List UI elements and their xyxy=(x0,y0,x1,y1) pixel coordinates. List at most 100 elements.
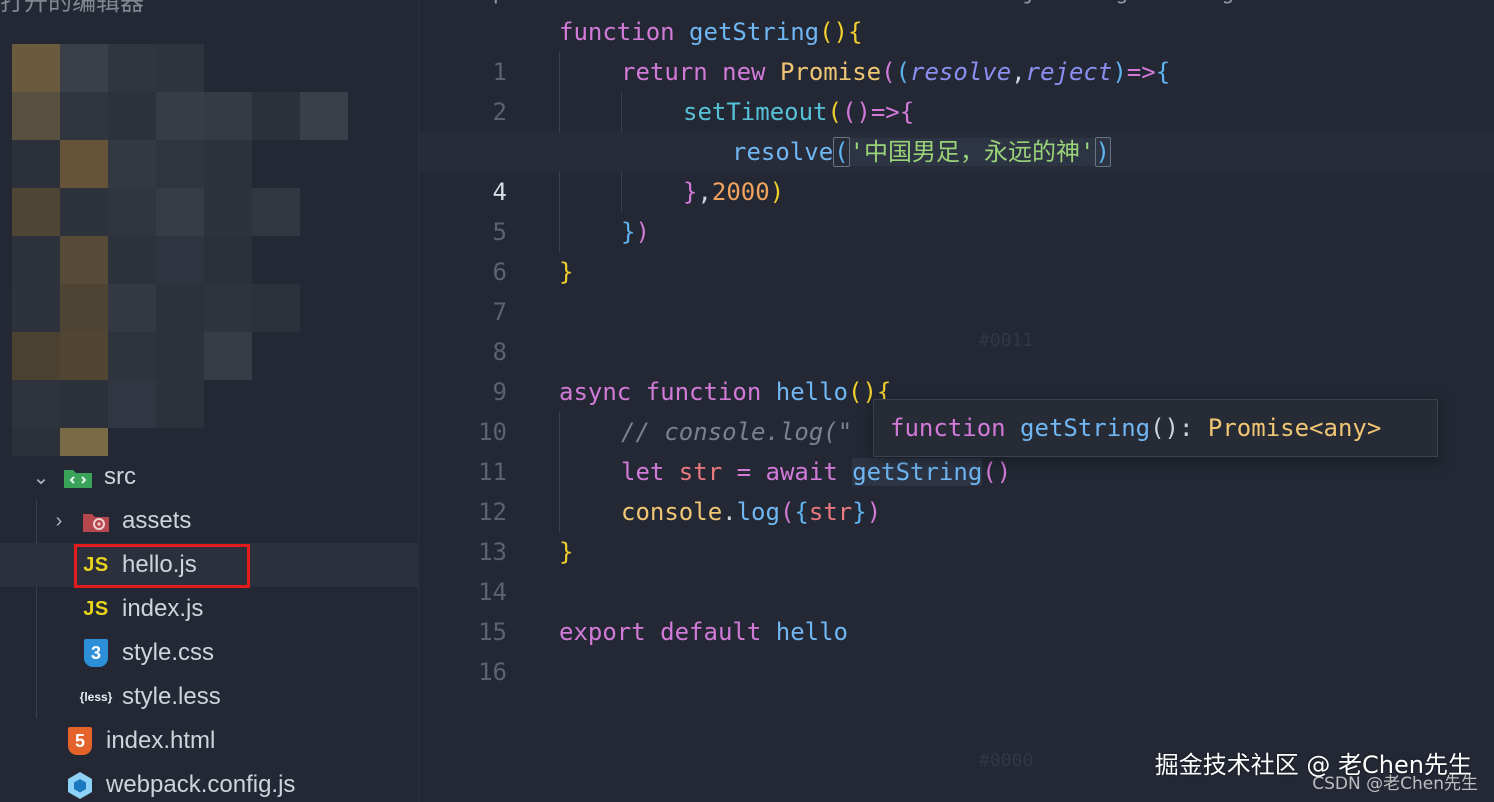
code-comment: // console.log(" xyxy=(621,418,853,446)
tree-folder-assets[interactable]: › assets xyxy=(0,499,418,543)
chevron-right-icon: › xyxy=(55,509,63,532)
code-token: { xyxy=(848,18,863,46)
code-token: () xyxy=(982,458,1012,486)
code-token: => xyxy=(1126,58,1156,86)
code-token: () xyxy=(841,98,871,126)
code-token: { xyxy=(794,498,809,526)
code-token: ) xyxy=(1112,58,1127,86)
tree-file-style-less[interactable]: {less} style.less xyxy=(0,675,418,719)
code-token: console xyxy=(621,498,723,526)
chevron-down-icon: ⌄ xyxy=(32,466,50,489)
code-token: ) xyxy=(635,218,650,246)
tree-item-label: style.less xyxy=(122,683,221,710)
code-token: resolve xyxy=(732,138,834,166)
webpack-file-icon xyxy=(64,769,96,801)
tooltip-signature: (): xyxy=(1150,414,1208,442)
code-line[interactable]: 3 setTimeout(()=>{ xyxy=(419,92,1494,166)
code-line[interactable]: 6 }) xyxy=(419,212,1494,286)
code-line[interactable]: 1 function getString(){ xyxy=(419,12,1494,86)
code-line[interactable]: 2 return new Promise((resolve,reject)=>{ xyxy=(419,52,1494,126)
code-token: str xyxy=(808,498,853,526)
css-file-icon: 3 xyxy=(84,639,108,667)
code-line[interactable]: 8 xyxy=(419,292,1494,366)
tree-item-label: assets xyxy=(122,507,192,534)
code-token: ) xyxy=(1094,137,1111,167)
code-token: new xyxy=(722,58,780,86)
code-token: { xyxy=(899,98,915,126)
code-token: ( xyxy=(895,58,911,86)
code-line[interactable]: 9 xyxy=(419,332,1494,406)
code-token: '中国男足，永远的神' xyxy=(849,138,1095,166)
code-token: , xyxy=(1011,58,1026,86)
code-token: , xyxy=(697,178,712,206)
code-line[interactable]: 15 xyxy=(419,572,1494,646)
code-line[interactable]: 16 export default hello xyxy=(419,612,1494,686)
code-token: await xyxy=(765,458,853,486)
code-line[interactable]: 7 } xyxy=(419,252,1494,326)
watermark-csdn: CSDN @老Chen先生 xyxy=(1312,774,1478,794)
tree-item-label: src xyxy=(104,463,136,490)
code-token: ( xyxy=(881,58,896,86)
tree-file-style-css[interactable]: 3 style.css xyxy=(0,631,418,675)
code-token: { xyxy=(1155,58,1171,86)
code-token: } xyxy=(852,498,867,526)
assets-folder-icon xyxy=(80,505,112,537)
html-file-icon: 5 xyxy=(68,727,92,755)
tooltip-generic: <any> xyxy=(1309,414,1382,442)
code-token: . xyxy=(722,498,737,526)
tooltip-type: Promise xyxy=(1207,414,1310,442)
code-editor[interactable]: 01-part › 07-babel-loader › src › JS hel… xyxy=(419,0,1494,802)
tree-item-label: webpack.config.js xyxy=(106,771,296,798)
vscode-window: 打开的编辑器 ⌄ src › assets JS hello.js JS ind… xyxy=(0,0,1494,802)
code-line[interactable]: 5 },2000) xyxy=(419,172,1494,246)
code-token: ( xyxy=(779,498,795,526)
faint-ghost-text: #0000 xyxy=(979,750,1034,771)
code-token: getString xyxy=(689,18,820,46)
code-token: } xyxy=(559,258,574,286)
src-folder-icon xyxy=(62,461,94,493)
tree-file-webpack-config[interactable]: webpack.config.js xyxy=(0,763,418,802)
hover-tooltip: function getString(): Promise<any> xyxy=(873,399,1438,457)
code-line[interactable]: 12 let str = await getString() xyxy=(419,452,1494,526)
code-line[interactable]: 14 } xyxy=(419,532,1494,606)
code-token: = xyxy=(722,458,766,486)
tree-file-index-html[interactable]: 5 index.html xyxy=(0,719,418,763)
code-token: ( xyxy=(833,137,850,167)
code-token: default xyxy=(660,618,776,646)
code-token: return xyxy=(621,58,723,86)
code-token: } xyxy=(621,218,636,246)
code-token: ) xyxy=(866,498,882,526)
breadcrumb[interactable]: 01-part › 07-babel-loader › src › JS hel… xyxy=(453,0,1494,8)
code-token: => xyxy=(870,98,900,126)
code-token: str xyxy=(678,458,723,486)
tooltip-keyword: function xyxy=(890,414,1021,442)
less-file-icon: {less} xyxy=(79,690,113,704)
js-file-icon: JS xyxy=(83,597,109,620)
code-token: } xyxy=(683,178,698,206)
code-token: setTimeout xyxy=(683,98,828,126)
tooltip-name: getString xyxy=(1020,414,1151,442)
highlight-box xyxy=(74,544,250,588)
code-token: let xyxy=(621,458,679,486)
code-token: function xyxy=(559,18,690,46)
code-token: async xyxy=(559,378,646,406)
code-token: function xyxy=(645,378,776,406)
tree-item-label: index.html xyxy=(106,727,216,754)
code-token: export xyxy=(559,618,661,646)
tree-item-label: style.css xyxy=(122,639,215,666)
code-token: } xyxy=(559,538,574,566)
code-token: () xyxy=(819,18,848,46)
code-token: reject xyxy=(1025,58,1113,86)
code-line[interactable]: 13 console.log({str}) xyxy=(419,492,1494,566)
code-token: ) xyxy=(769,178,785,206)
tree-item-label: index.js xyxy=(122,595,204,622)
code-line-current[interactable]: 4 resolve('中国男足，永远的神') xyxy=(419,132,1494,206)
code-token: 2000 xyxy=(711,178,770,206)
tree-file-index-js[interactable]: JS index.js xyxy=(0,587,418,631)
explorer-sidebar: 打开的编辑器 ⌄ src › assets JS hello.js JS ind… xyxy=(0,0,419,802)
code-token: Promise xyxy=(779,58,882,86)
code-token: getString xyxy=(852,458,983,486)
code-token: resolve xyxy=(910,58,1012,86)
tree-folder-src[interactable]: ⌄ src xyxy=(0,455,418,499)
code-token: hello xyxy=(775,618,848,646)
